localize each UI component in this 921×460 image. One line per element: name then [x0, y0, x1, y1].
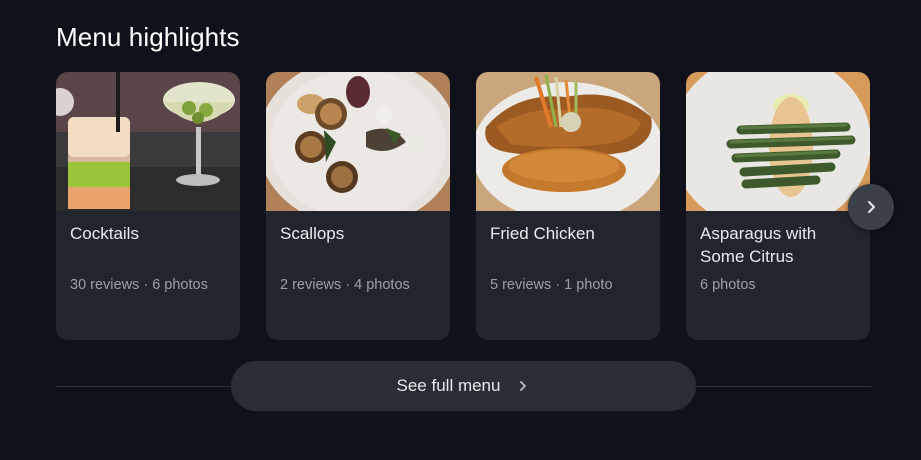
card-name: Cocktails [70, 224, 139, 243]
chevron-right-icon [516, 379, 530, 393]
card-name: Fried Chicken [490, 224, 595, 243]
menu-card-asparagus[interactable]: Asparagus with Some Citrus 6 photos [686, 72, 870, 340]
carousel-next-button[interactable] [848, 184, 894, 230]
chevron-right-icon [863, 199, 879, 215]
card-meta: 6 photos [700, 277, 756, 293]
menu-cards-carousel: Cocktails 30 reviews · 6 photos Scallops… [56, 72, 870, 340]
see-full-menu-button[interactable]: See full menu [231, 361, 696, 411]
menu-card-scallops[interactable]: Scallops 2 reviews · 4 photos [266, 72, 450, 340]
section-title: Menu highlights [56, 22, 240, 52]
asparagus-photo [686, 72, 870, 211]
scallops-photo [266, 72, 450, 211]
fried-chicken-photo [476, 72, 660, 211]
menu-highlights-section: Menu highlights Cocktails 30 reviews · 6… [0, 0, 921, 460]
cocktails-photo [56, 72, 240, 211]
menu-card-fried-chicken[interactable]: Fried Chicken 5 reviews · 1 photo [476, 72, 660, 340]
card-meta: 30 reviews · 6 photos [70, 277, 208, 293]
card-name: Asparagus with Some Citrus [700, 224, 817, 266]
card-meta: 5 reviews · 1 photo [490, 277, 613, 293]
card-name: Scallops [280, 224, 345, 243]
menu-card-cocktails[interactable]: Cocktails 30 reviews · 6 photos [56, 72, 240, 340]
see-full-menu-label: See full menu [396, 376, 501, 395]
card-meta: 2 reviews · 4 photos [280, 277, 410, 293]
